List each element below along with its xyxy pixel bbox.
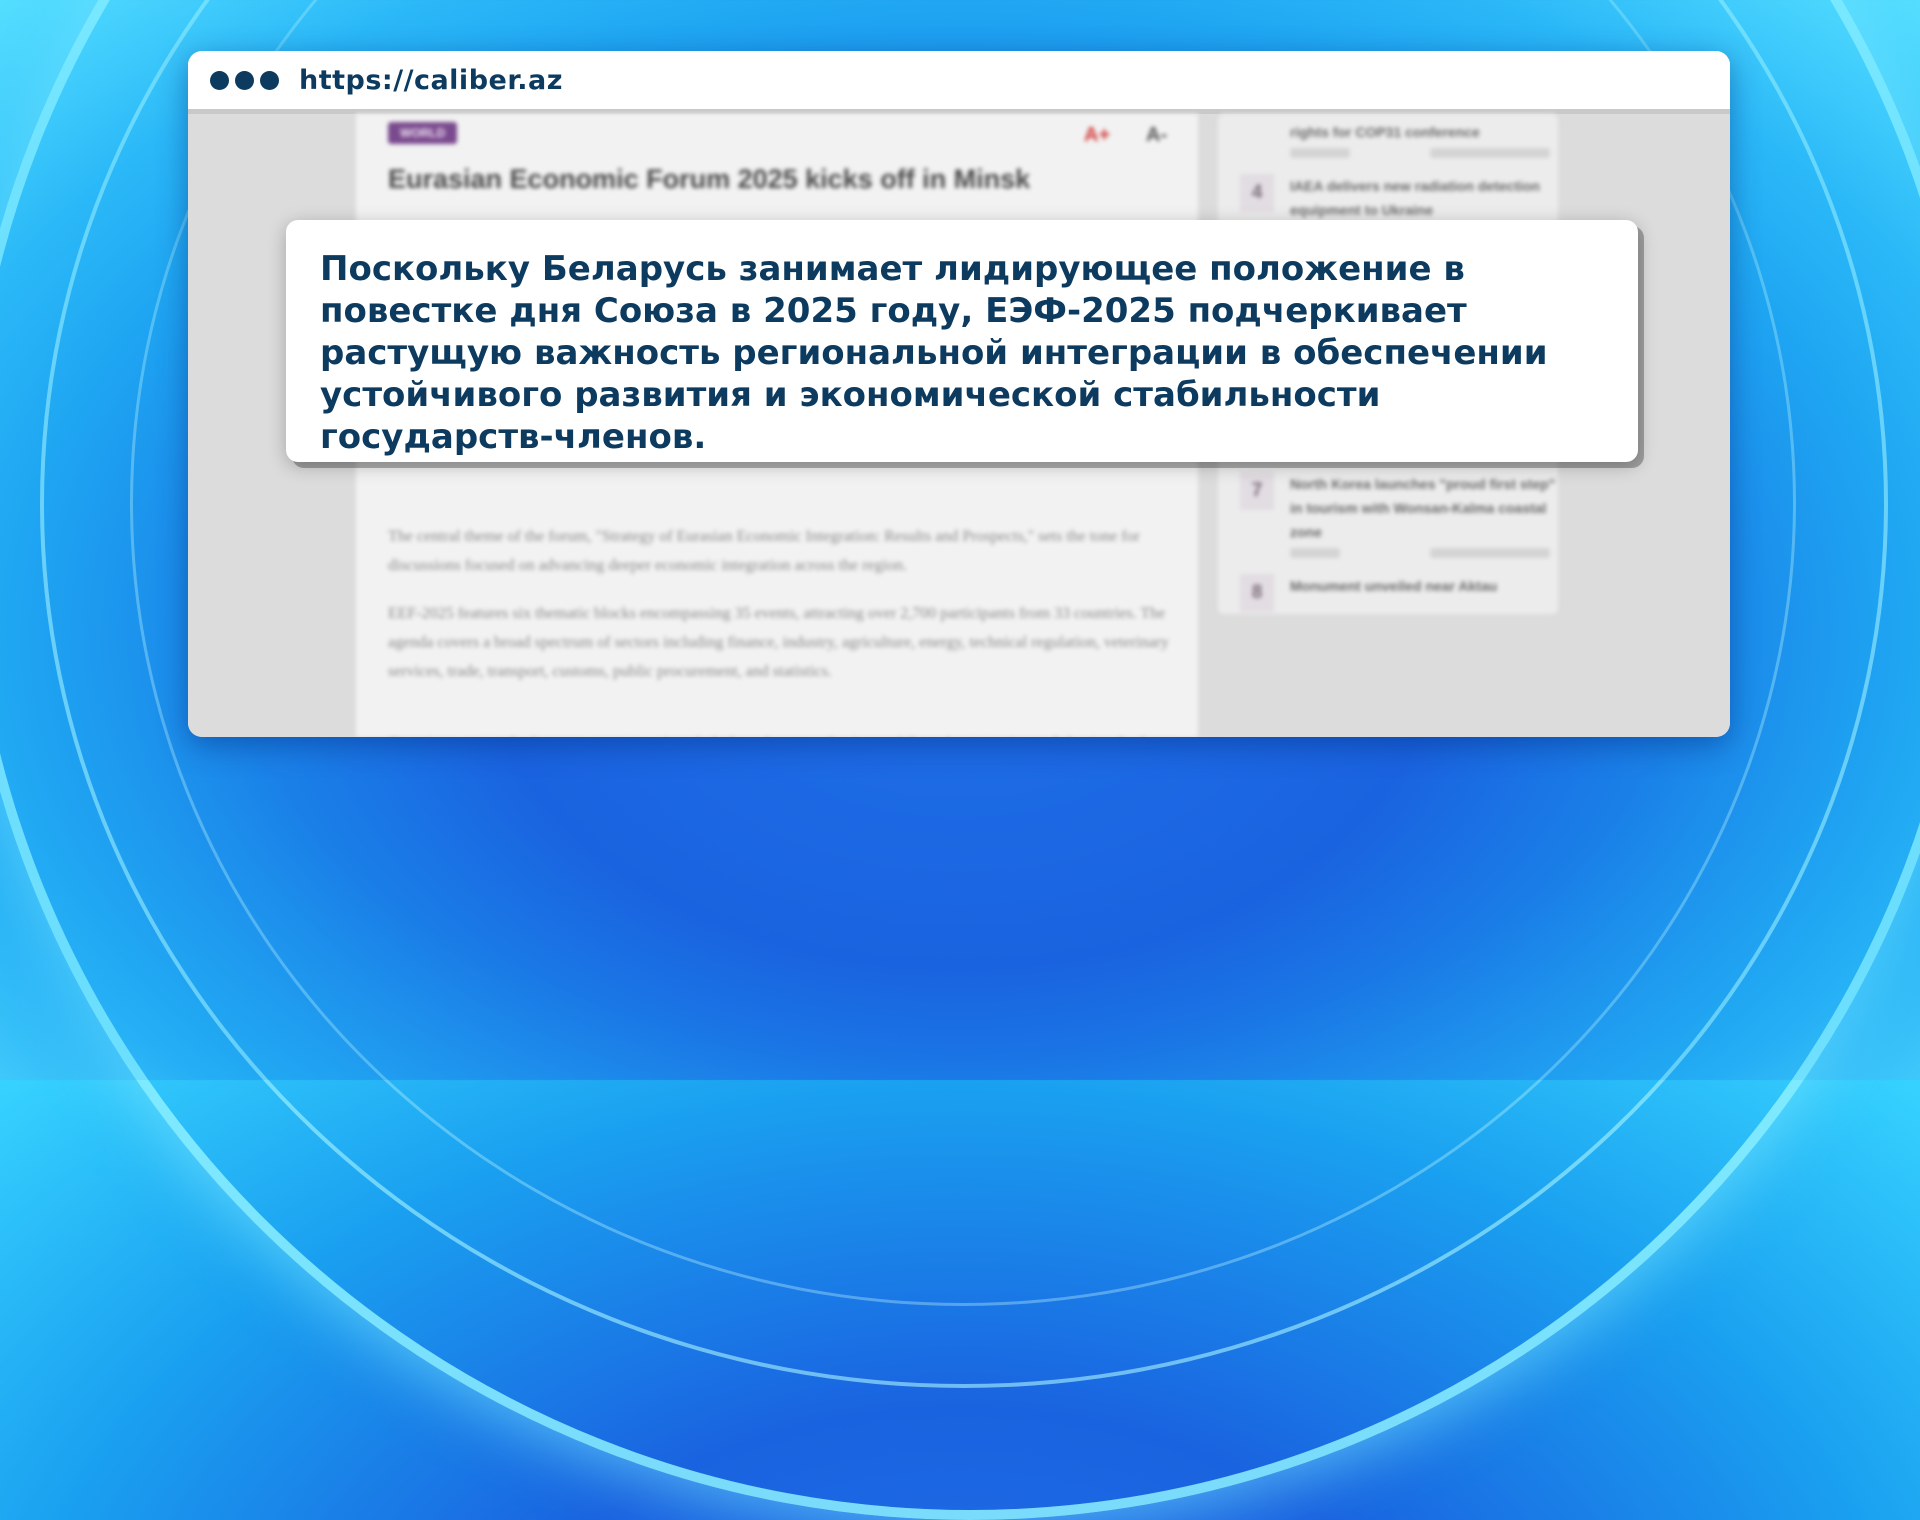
quote-callout: Поскольку Беларусь занимает лидирующее п… bbox=[286, 220, 1638, 462]
news-title[interactable]: rights for COP31 conference bbox=[1290, 120, 1560, 144]
news-title[interactable]: Monument unveiled near Aktau bbox=[1290, 574, 1560, 598]
article-paragraph: The central theme of the forum, "Strateg… bbox=[388, 528, 1140, 574]
window-dot-icon[interactable] bbox=[210, 70, 229, 90]
news-title[interactable]: IAEA delivers new radiation detection eq… bbox=[1290, 174, 1560, 222]
address-bar: https://caliber.az bbox=[188, 51, 1730, 114]
window-dot-icon[interactable] bbox=[260, 70, 279, 90]
news-meta bbox=[1290, 148, 1550, 160]
font-decrease-button[interactable]: A- bbox=[1146, 124, 1167, 147]
article-headline: Eurasian Economic Forum 2025 kicks off i… bbox=[388, 164, 1031, 194]
news-meta bbox=[1290, 548, 1550, 560]
news-rank: 4 bbox=[1240, 174, 1274, 212]
news-rank: 8 bbox=[1240, 574, 1274, 612]
article-paragraph: Organisers expect the forum to serve as … bbox=[388, 729, 1178, 737]
url-text[interactable]: https://caliber.az bbox=[299, 65, 563, 96]
news-rank: 7 bbox=[1240, 472, 1274, 510]
window-dot-icon[interactable] bbox=[235, 70, 254, 90]
font-increase-button[interactable]: A+ bbox=[1084, 124, 1110, 147]
news-title[interactable]: North Korea launches "proud first step" … bbox=[1290, 472, 1560, 544]
article-paragraph: EEF-2025 features six thematic blocks en… bbox=[388, 605, 1169, 680]
window-controls bbox=[210, 70, 279, 90]
category-tag[interactable]: WORLD bbox=[388, 122, 458, 144]
quote-text: Поскольку Беларусь занимает лидирующее п… bbox=[320, 249, 1548, 457]
